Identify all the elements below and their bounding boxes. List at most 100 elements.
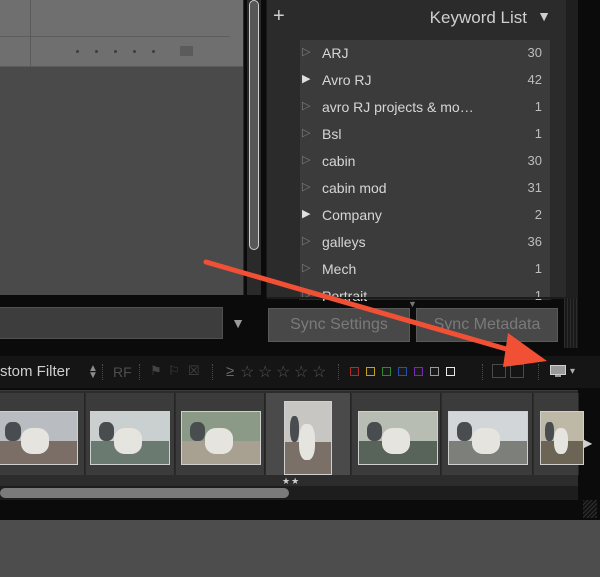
photo-thumbnail[interactable] (540, 411, 584, 465)
filmstrip-cell[interactable] (176, 393, 265, 475)
bottom-panel (0, 520, 600, 577)
monitor-screen (550, 365, 566, 375)
color-label-filter[interactable] (430, 367, 439, 376)
panel-divider (267, 297, 567, 299)
updown-arrows-icon[interactable]: ▲ ▼ (88, 364, 98, 381)
keyword-row[interactable]: ▷ Portrait 1 (300, 283, 550, 309)
chevron-down-icon[interactable]: ▾ (570, 366, 575, 377)
toolbar-dot (76, 50, 79, 53)
preview-scrollbar[interactable] (247, 0, 261, 295)
keyword-row[interactable]: ▷ Mech 1 (300, 256, 550, 282)
keyword-arrow-icon[interactable]: ▷ (302, 99, 312, 112)
virtual-copy-filter-icon[interactable] (492, 364, 506, 378)
photo-thumbnail[interactable] (0, 411, 78, 465)
filmstrip-cell[interactable] (86, 393, 175, 475)
star-filter-icon[interactable]: ☆ (294, 362, 308, 382)
collapse-triangle-icon[interactable]: ▼ (537, 8, 551, 24)
keyword-row[interactable]: ▷ ARJ 30 (300, 40, 550, 66)
filmstrip-cell[interactable] (0, 393, 85, 475)
master-photo-filter-icon[interactable] (510, 364, 524, 378)
filmstrip-cell[interactable] (442, 393, 533, 475)
thumbnail-subject (298, 423, 315, 460)
expand-triangle-icon[interactable]: ▶ (302, 207, 312, 220)
keyword-row[interactable]: ▶ Avro RJ 42 (300, 67, 550, 93)
keyword-arrow-icon[interactable]: ▷ (302, 153, 312, 166)
keyword-arrow-icon[interactable]: ▷ (302, 234, 312, 247)
keyword-list-header[interactable]: + Keyword List ▼ (267, 0, 567, 36)
unflagged-filter-icon[interactable]: ⚐ (168, 364, 180, 378)
filmstrip-cell[interactable] (352, 393, 441, 475)
filter-preset-select[interactable]: stom Filter (0, 363, 70, 380)
expand-triangle-icon[interactable]: ▶ (302, 72, 312, 85)
photo-thumbnail[interactable] (90, 411, 170, 465)
chevron-down-icon[interactable]: ▼ (228, 313, 248, 333)
thumbnail-subject (98, 422, 115, 441)
keyword-row[interactable]: ▷ cabin mod 31 (300, 175, 550, 201)
keyword-list: ▷ ARJ 30 ▶ Avro RJ 42 ▷ avro RJ projects & mo… 1… (299, 39, 551, 304)
toolbar-dot (95, 50, 98, 53)
thumbnail-subject (21, 427, 49, 454)
keyword-name: Bsl (322, 126, 342, 142)
keyword-count: 1 (534, 99, 542, 114)
secondary-display-icon[interactable] (550, 365, 566, 379)
keyword-name: cabin mod (322, 180, 387, 196)
sync-metadata-button[interactable]: Sync Metadata (416, 308, 558, 342)
keyword-row[interactable]: ▷ cabin 30 (300, 148, 550, 174)
photo-thumbnail[interactable] (358, 411, 438, 465)
filmstrip-cell[interactable] (266, 393, 351, 475)
search-input[interactable] (0, 307, 223, 339)
flag-filter-icon[interactable]: ⚑ (150, 364, 162, 378)
star-filter-icon[interactable]: ☆ (240, 362, 254, 382)
keyword-arrow-icon[interactable]: ▷ (302, 288, 312, 301)
thumbnail-subject (205, 427, 233, 454)
thumbnail-subject (5, 422, 21, 441)
resize-grip[interactable] (583, 500, 597, 518)
thumbnail-subject (382, 427, 410, 454)
star-filter-icon[interactable]: ☆ (258, 362, 272, 382)
filmstrip-scroll-thumb[interactable] (0, 488, 289, 498)
keyword-list-panel: + Keyword List ▼ ▷ ARJ 30 ▶ Avro RJ 42 ▷ avro R… (266, 0, 567, 304)
rf-filter-label[interactable]: RF (113, 364, 132, 380)
toolbar-square-icon[interactable] (180, 46, 193, 56)
keyword-count: 36 (527, 234, 542, 249)
star-filter-icon[interactable]: ☆ (312, 362, 326, 382)
keyword-row[interactable]: ▷ Bsl 1 (300, 121, 550, 147)
photo-thumbnail[interactable] (448, 411, 528, 465)
loupe-preview (0, 0, 244, 295)
color-label-filter[interactable] (414, 367, 423, 376)
keyword-count: 30 (527, 45, 542, 60)
keyword-name: cabin (322, 153, 356, 169)
filmstrip-next-icon[interactable]: ▶ (583, 436, 592, 450)
filmstrip-cell[interactable] (534, 393, 584, 475)
keyword-arrow-icon[interactable]: ▷ (302, 180, 312, 193)
color-label-filter[interactable] (366, 367, 375, 376)
filmstrip-filter-bar: stom Filter ▲ ▼ RF ⚑ ⚐ ☒ ≥ ☆ ☆ ☆ ☆ ☆ ▾ (0, 356, 600, 388)
star-filter-icon[interactable]: ☆ (276, 362, 290, 382)
thumbnail-subject (456, 422, 473, 441)
photo-thumbnail[interactable] (181, 411, 261, 465)
color-label-filter[interactable] (398, 367, 407, 376)
monitor-stand (555, 375, 561, 377)
toolbar-dot (114, 50, 117, 53)
keyword-arrow-icon[interactable]: ▷ (302, 45, 312, 58)
color-label-filter[interactable] (382, 367, 391, 376)
photo-thumbnail[interactable] (284, 401, 332, 475)
keyword-arrow-icon[interactable]: ▷ (302, 126, 312, 139)
add-keyword-button[interactable]: + (273, 4, 291, 28)
panel-title[interactable]: Keyword List (430, 8, 527, 28)
toolbar-separator (30, 0, 31, 66)
keyword-row[interactable]: ▶ Company 2 (300, 202, 550, 228)
color-label-filter[interactable] (350, 367, 359, 376)
keyword-row[interactable]: ▷ galleys 36 (300, 229, 550, 255)
keyword-row[interactable]: ▷ avro RJ projects & mo… 1 (300, 94, 550, 120)
panel-grip[interactable] (564, 298, 578, 348)
separator (139, 364, 141, 380)
panel-scrollbar[interactable] (566, 0, 578, 298)
rejected-filter-icon[interactable]: ☒ (188, 364, 200, 378)
rating-operator[interactable]: ≥ (226, 363, 234, 380)
sync-settings-button[interactable]: Sync Settings (268, 308, 410, 342)
color-label-filter[interactable] (446, 367, 455, 376)
preview-scroll-thumb[interactable] (249, 0, 259, 250)
keyword-arrow-icon[interactable]: ▷ (302, 261, 312, 274)
separator (212, 364, 214, 380)
